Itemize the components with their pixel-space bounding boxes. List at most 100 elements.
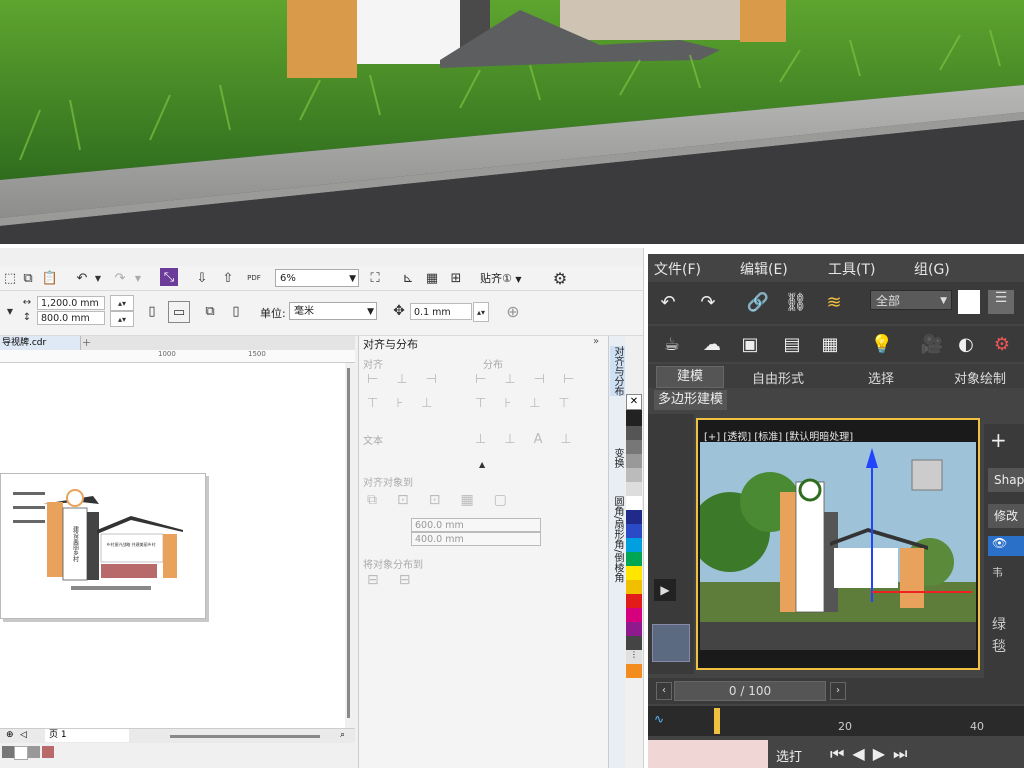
collapse-docker-icon[interactable]: » [593, 336, 599, 347]
units-combo[interactable]: 毫米 ▼ [289, 302, 377, 320]
perspective-viewport[interactable]: [+] [透视] [标准] [默认明暗处理] [696, 418, 980, 670]
align-buttons-row2[interactable]: ⊤⊦⊥ [367, 396, 450, 411]
tab-freeform[interactable]: 自由形式 [752, 368, 804, 387]
viewport-thumbnail[interactable] [652, 624, 690, 662]
paste-icon[interactable]: 📋 [40, 268, 60, 288]
time-next-icon[interactable]: › [830, 682, 846, 700]
color-swatch[interactable] [626, 440, 642, 454]
scrollbar-thumb[interactable] [347, 368, 350, 718]
rendered-frame-icon[interactable]: ▤ [778, 330, 806, 358]
color-swatch[interactable] [2, 746, 14, 758]
render-setup-icon[interactable]: ▣ [736, 330, 764, 358]
palette-scroll-icon[interactable]: ⋮ [626, 650, 642, 664]
new-tab-icon[interactable]: + [82, 336, 91, 349]
full-screen-icon[interactable]: ⛶ [365, 268, 385, 288]
distribute-buttons-row2[interactable]: ⊤⊦⊥⊤ [475, 396, 588, 411]
zoom-icon[interactable]: ⌕ [340, 730, 345, 740]
modify-button[interactable]: 修改 [988, 504, 1024, 528]
color-swatch[interactable] [626, 454, 642, 468]
show-rulers-icon[interactable]: ⊾ [398, 268, 418, 288]
align-x-field[interactable]: 600.0 mm [411, 518, 541, 532]
vertical-scrollbar[interactable] [345, 363, 353, 728]
export-file-icon[interactable]: ⇧ [218, 268, 238, 288]
color-swatch[interactable] [626, 594, 642, 608]
menu-group[interactable]: 组(G) [914, 259, 950, 279]
tab-align-distribute[interactable]: 对齐与分布 [610, 346, 625, 396]
snap-to-button[interactable]: 贴齐① ▼ [480, 270, 522, 286]
show-guidelines-icon[interactable]: ⊞ [446, 268, 466, 288]
particle-icon[interactable]: ⚙ [988, 330, 1016, 358]
cloud-icon[interactable]: ☁ [698, 330, 726, 358]
no-color-icon[interactable]: ✕ [626, 394, 642, 410]
polygon-modeling-label[interactable]: 多边形建模 [654, 390, 728, 410]
color-swatch[interactable] [42, 746, 54, 758]
light-icon[interactable]: 💡 [868, 330, 896, 358]
color-swatch[interactable] [626, 524, 642, 538]
add-preset-icon[interactable]: ⊕ [503, 301, 523, 321]
color-swatch[interactable] [626, 482, 642, 496]
teapot-icon[interactable]: ☕ [658, 330, 686, 358]
text-align-buttons[interactable]: ⊥⊥A⊥ [475, 432, 590, 447]
document-tab[interactable]: 导视牌.cdr [0, 336, 81, 350]
align-y-field[interactable]: 400.0 mm [411, 532, 541, 546]
color-swatch[interactable] [626, 496, 642, 510]
playback-controls[interactable]: ⏮◀▶⏭ [830, 744, 915, 764]
tab-object-paint[interactable]: 对象绘制 [954, 368, 1006, 387]
nudge-spinner[interactable]: ▴▾ [473, 302, 489, 322]
menu-tools[interactable]: 工具(T) [828, 259, 875, 279]
color-swatch[interactable] [626, 426, 642, 440]
distribute-to-buttons[interactable]: ⊟⊟ [367, 572, 430, 588]
color-swatch[interactable] [626, 410, 642, 426]
color-swatch[interactable] [626, 608, 642, 622]
time-marker[interactable] [714, 708, 720, 734]
select-by-name-icon[interactable]: ☰ [988, 290, 1014, 314]
width-spinner[interactable]: ▴▾ [110, 295, 134, 311]
unlink-icon[interactable]: ⛓ [782, 288, 810, 316]
color-swatch[interactable] [626, 510, 642, 524]
menu-edit[interactable]: 编辑(E) [740, 259, 788, 279]
add-page-icon[interactable]: ⊕ [6, 730, 14, 740]
color-swatch[interactable] [626, 552, 642, 566]
color-swatch[interactable] [626, 580, 642, 594]
horizontal-scrollbar[interactable] [170, 735, 320, 738]
paper-size-dropdown-icon[interactable]: ▼ [0, 301, 20, 321]
redo-dropdown-icon[interactable]: ▼ [128, 268, 148, 288]
color-swatch[interactable] [28, 746, 40, 758]
color-swatch[interactable] [626, 636, 642, 650]
menu-file[interactable]: 文件(F) [654, 259, 701, 279]
current-page-icon[interactable]: ▯ [226, 301, 246, 321]
show-grid-icon[interactable]: ▦ [422, 268, 442, 288]
color-swatch[interactable] [14, 746, 28, 760]
viewport-label[interactable]: [+] [透视] [标准] [默认明暗处理] [704, 428, 853, 443]
pdf-icon[interactable]: PDF [244, 268, 264, 288]
render-production-icon[interactable]: ▦ [816, 330, 844, 358]
page-tab[interactable]: 页 1 [45, 729, 129, 742]
import-icon[interactable]: ⤡ [160, 268, 178, 286]
selection-filter-dropdown[interactable]: 全部 ▼ [870, 290, 952, 310]
color-swatch[interactable] [626, 622, 642, 636]
align-buttons-row1[interactable]: ⊢⊥⊣ [367, 372, 455, 387]
page-height-field[interactable]: 800.0 mm [37, 311, 105, 325]
height-spinner[interactable]: ▴▾ [110, 311, 134, 327]
zoom-level-combo[interactable]: 6% ▼ [275, 269, 359, 287]
track-bar[interactable]: ∿ 20 40 [648, 706, 1024, 736]
select-tool-icon[interactable]: ⬚ [0, 268, 20, 288]
portrait-icon[interactable]: ▯ [142, 301, 162, 321]
play-side-button[interactable]: ▶ [654, 579, 676, 601]
page-width-field[interactable]: 1,200.0 mm [37, 296, 105, 310]
tab-fillet-scallop-chamfer[interactable]: 圆角/扇形角/倒棱角 [610, 496, 625, 583]
eye-visibility-icon[interactable]: 👁 [988, 536, 1024, 556]
redo-icon[interactable]: ↷ [110, 268, 130, 288]
section-expand-icon[interactable]: ▲ [479, 460, 485, 469]
camera-icon[interactable]: 🎥 [918, 330, 946, 358]
align-to-buttons[interactable]: ⧉⊡⊡▦▢ [367, 492, 527, 508]
tab-modeling[interactable]: 建模 [656, 366, 724, 388]
color-swatch[interactable] [626, 566, 642, 580]
undo-dropdown-icon[interactable]: ▼ [88, 268, 108, 288]
material-icon[interactable]: ◐ [952, 330, 980, 358]
redo-icon[interactable]: ↷ [694, 288, 722, 316]
color-swatch[interactable] [626, 538, 642, 552]
select-object-icon[interactable] [958, 290, 980, 314]
curve-editor-icon[interactable]: ∿ [654, 712, 664, 726]
color-swatch[interactable] [626, 468, 642, 482]
